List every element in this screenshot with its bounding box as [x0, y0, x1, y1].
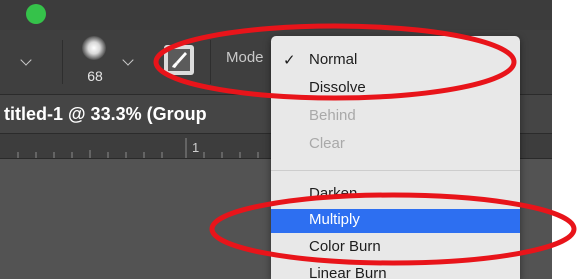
options-separator [62, 40, 63, 84]
menu-item-linear-burn[interactable]: Linear Burn [271, 263, 520, 279]
checkmark-icon: ✓ [283, 52, 296, 69]
menu-item-color-burn[interactable]: Color Burn [271, 236, 520, 260]
menu-item-label: Normal [309, 51, 358, 68]
menu-item-label: Clear [309, 135, 345, 152]
menu-item-behind: Behind [271, 105, 520, 129]
mode-label: Mode [226, 49, 264, 66]
window-zoom-button[interactable] [26, 4, 46, 24]
chevron-down-icon[interactable] [20, 54, 32, 66]
chevron-down-icon[interactable] [122, 54, 134, 66]
menu-item-label: Linear Burn [309, 265, 387, 279]
menu-item-dissolve[interactable]: Dissolve [271, 77, 520, 101]
menu-separator [271, 170, 520, 171]
ruler-label: 1 [192, 140, 200, 155]
blend-mode-menu: ✓ Normal Dissolve Behind Clear Darken Mu… [271, 36, 520, 279]
options-separator [210, 40, 211, 84]
document-tab-title: titled-1 @ 33.3% (Group [4, 104, 207, 124]
menu-item-clear: Clear [271, 133, 520, 157]
menu-item-normal[interactable]: ✓ Normal [271, 49, 520, 73]
title-bar [0, 0, 552, 30]
brush-preset-icon [82, 36, 106, 60]
menu-item-multiply[interactable]: Multiply [271, 209, 520, 233]
brush-settings-icon [168, 49, 190, 71]
menu-item-label: Multiply [309, 211, 360, 228]
menu-item-label: Dissolve [309, 79, 366, 96]
brush-size-value: 68 [87, 68, 103, 84]
menu-item-label: Behind [309, 107, 356, 124]
menu-item-label: Darken [309, 185, 358, 202]
menu-item-label: Color Burn [309, 238, 381, 255]
menu-item-darken[interactable]: Darken [271, 183, 520, 207]
brush-settings-button[interactable] [164, 45, 194, 75]
